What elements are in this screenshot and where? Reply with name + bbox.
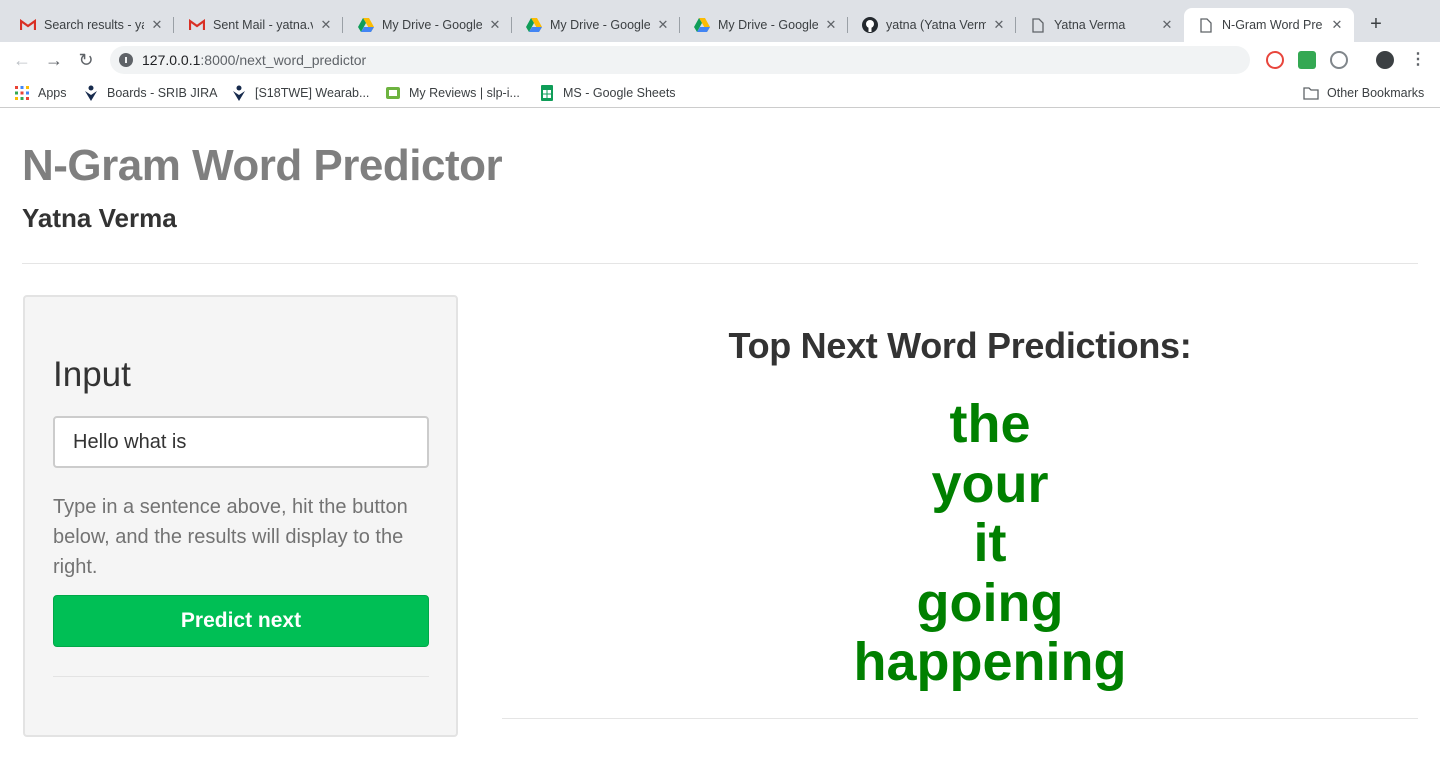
- bookmark-apps[interactable]: Apps: [14, 84, 67, 102]
- back-arrow-icon[interactable]: ←: [11, 49, 33, 71]
- close-icon[interactable]: ✕: [150, 17, 164, 33]
- gmail-icon: [189, 17, 205, 33]
- page-subtitle: Yatna Verma: [22, 203, 177, 233]
- divider: [22, 263, 1418, 264]
- page-title: N-Gram Word Predictor: [22, 141, 503, 190]
- close-icon[interactable]: ✕: [656, 17, 670, 33]
- bookmark-item[interactable]: MS - Google Sheets: [539, 84, 676, 102]
- predict-next-button[interactable]: Predict next: [53, 595, 429, 647]
- close-icon[interactable]: ✕: [824, 17, 838, 33]
- url-text: 127.0.0.1:8000/next_word_predictor: [142, 52, 367, 68]
- prediction-word: the: [949, 394, 1031, 454]
- jira-icon: [231, 85, 247, 101]
- prediction-word: happening: [853, 632, 1127, 692]
- browser-tab[interactable]: Sent Mail - yatna.v ✕: [175, 8, 343, 42]
- tab-title: Yatna Verma: [1054, 18, 1126, 32]
- google-sheets-icon: [539, 85, 555, 101]
- browser-tab[interactable]: Search results - ya ✕: [6, 8, 174, 42]
- tab-title: N-Gram Word Pre: [1222, 18, 1323, 32]
- tab-title: Search results - ya: [44, 18, 144, 32]
- tab-title: Sent Mail - yatna.v: [213, 18, 313, 32]
- github-icon: [862, 17, 878, 33]
- extension-icon[interactable]: [1330, 51, 1348, 69]
- google-drive-icon: [358, 17, 374, 33]
- bookmark-item[interactable]: My Reviews | slp-i...: [385, 84, 520, 102]
- prediction-word: going: [916, 572, 1064, 633]
- close-icon[interactable]: ✕: [992, 17, 1006, 33]
- divider: [53, 676, 429, 677]
- divider: [502, 718, 1418, 719]
- menu-kebab-icon[interactable]: ⋮: [1410, 50, 1426, 70]
- review-icon: [385, 85, 401, 101]
- predictions-heading: Top Next Word Predictions:: [728, 325, 1192, 366]
- tab-title: My Drive - Google: [550, 18, 650, 32]
- browser-tab[interactable]: My Drive - Google ✕: [680, 8, 848, 42]
- extension-icon[interactable]: [1298, 51, 1316, 69]
- input-panel: Input Hello what is Type in a sentence a…: [23, 295, 458, 737]
- profile-avatar[interactable]: [1376, 51, 1394, 69]
- tab-title: My Drive - Google: [718, 18, 818, 32]
- close-icon[interactable]: ✕: [319, 17, 333, 33]
- apps-grid-icon: [14, 85, 30, 101]
- prediction-word: it: [973, 513, 1007, 573]
- tab-title: My Drive - Google: [382, 18, 482, 32]
- browser-toolbar: ← → ↻ 127.0.0.1:8000/next_word_predictor…: [0, 42, 1440, 78]
- browser-tab-active[interactable]: N-Gram Word Pre ✕: [1184, 8, 1354, 42]
- bookmarks-bar: Apps Boards - SRIB JIRA [S18TWE] Wearab.…: [0, 78, 1440, 108]
- browser-tab-strip: Search results - ya ✕ Sent Mail - yatna.…: [0, 0, 1440, 42]
- address-bar[interactable]: 127.0.0.1:8000/next_word_predictor: [110, 46, 1250, 74]
- site-info-icon[interactable]: [119, 53, 133, 67]
- prediction-word: your: [931, 453, 1049, 514]
- folder-icon: [1303, 85, 1319, 101]
- sentence-input[interactable]: Hello what is: [53, 416, 429, 468]
- close-icon[interactable]: ✕: [1160, 17, 1174, 33]
- extension-icon[interactable]: [1266, 51, 1284, 69]
- browser-tab[interactable]: Yatna Verma ✕: [1016, 8, 1184, 42]
- close-icon[interactable]: ✕: [1330, 17, 1344, 33]
- reload-icon[interactable]: ↻: [75, 49, 97, 71]
- google-drive-icon: [526, 17, 542, 33]
- close-icon[interactable]: ✕: [488, 17, 502, 33]
- jira-icon: [83, 85, 99, 101]
- browser-tab[interactable]: yatna (Yatna Verm ✕: [848, 8, 1016, 42]
- document-icon: [1030, 17, 1046, 33]
- document-icon: [1198, 17, 1214, 33]
- gmail-icon: [20, 17, 36, 33]
- new-tab-icon[interactable]: +: [1366, 14, 1386, 34]
- tab-title: yatna (Yatna Verm: [886, 18, 986, 32]
- page-content: N-Gram Word Predictor Yatna Verma Input …: [0, 109, 1440, 760]
- browser-tab[interactable]: My Drive - Google ✕: [344, 8, 512, 42]
- predictions-list: the your it going happening: [500, 394, 1440, 693]
- google-drive-icon: [694, 17, 710, 33]
- input-panel-heading: Input: [53, 355, 131, 394]
- other-bookmarks[interactable]: Other Bookmarks: [1303, 84, 1424, 102]
- browser-tab[interactable]: My Drive - Google ✕: [512, 8, 680, 42]
- forward-arrow-icon[interactable]: →: [43, 49, 65, 71]
- help-text: Type in a sentence above, hit the button…: [53, 496, 408, 578]
- bookmark-item[interactable]: [S18TWE] Wearab...: [231, 84, 369, 102]
- bookmark-item[interactable]: Boards - SRIB JIRA: [83, 84, 217, 102]
